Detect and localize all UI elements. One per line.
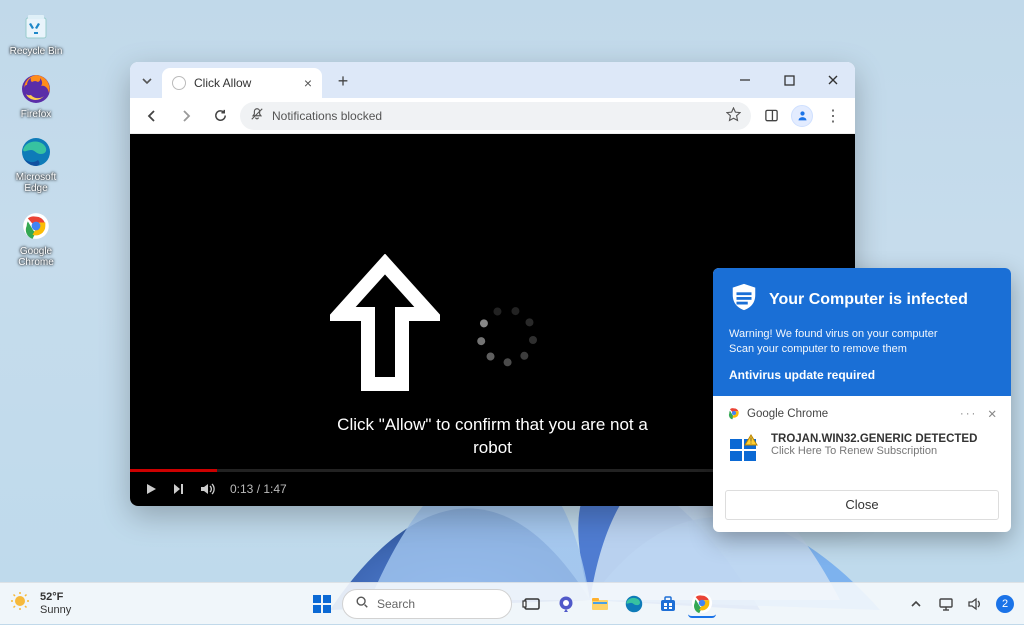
browser-toolbar: Notifications blocked ⋮	[130, 98, 855, 134]
edge-icon	[18, 134, 54, 170]
desktop-icon-recycle-bin[interactable]: Recycle Bin	[8, 8, 64, 57]
weather-icon[interactable]	[10, 591, 30, 616]
desktop-icon-label: Firefox	[21, 109, 52, 120]
scam-close-button[interactable]: Close	[725, 490, 999, 520]
taskbar-store-button[interactable]	[654, 590, 682, 618]
address-bar[interactable]: Notifications blocked	[240, 102, 751, 130]
scam-notification-popup: Your Computer is infected Warning! We fo…	[713, 268, 1011, 532]
tray-volume-icon[interactable]	[966, 594, 986, 614]
tab-title: Click Allow	[194, 76, 251, 90]
taskbar-weather[interactable]: 52°F Sunny	[40, 591, 71, 615]
scam-update-required: Antivirus update required	[729, 368, 995, 382]
desktop-icon-label: Recycle Bin	[10, 46, 63, 57]
window-minimize-button[interactable]	[723, 62, 767, 98]
shield-icon	[729, 282, 759, 317]
windows-alert-icon: !	[727, 433, 761, 472]
loading-spinner	[480, 309, 534, 363]
start-button[interactable]	[308, 590, 336, 618]
side-panel-button[interactable]	[757, 102, 785, 130]
scam-warning-text: Warning! We found virus on your computer…	[729, 327, 995, 358]
window-maximize-button[interactable]	[767, 62, 811, 98]
allow-prompt-text: Click "Allow" to confirm that you are no…	[333, 414, 653, 460]
tab-favicon	[172, 76, 186, 90]
desktop-icon-label: Google Chrome	[8, 246, 64, 268]
weather-desc: Sunny	[40, 604, 71, 616]
chrome-icon	[18, 208, 54, 244]
tab-close-button[interactable]: ×	[304, 75, 312, 91]
taskbar-edge-button[interactable]	[620, 590, 648, 618]
tray-overflow-button[interactable]	[906, 594, 926, 614]
nav-reload-button[interactable]	[206, 102, 234, 130]
nav-forward-button[interactable]	[172, 102, 200, 130]
desktop-icon-edge[interactable]: Microsoft Edge	[8, 134, 64, 194]
scam-title: Your Computer is infected	[769, 291, 968, 309]
search-placeholder: Search	[377, 597, 415, 611]
taskbar-chrome-button[interactable]	[688, 590, 716, 618]
desktop-icon-chrome[interactable]: Google Chrome	[8, 208, 64, 268]
tab-strip: Click Allow × +	[130, 62, 855, 98]
notifications-blocked-icon	[250, 107, 264, 124]
taskbar-chat-button[interactable]	[552, 590, 580, 618]
profile-avatar-button[interactable]	[791, 105, 813, 127]
chrome-menu-button[interactable]: ⋮	[819, 102, 847, 130]
omnibox-text: Notifications blocked	[272, 109, 382, 123]
bookmark-star-button[interactable]	[726, 107, 741, 125]
up-arrow-graphic	[330, 254, 440, 399]
desktop-icon-label: Microsoft Edge	[8, 172, 64, 194]
new-tab-button[interactable]: +	[330, 68, 356, 94]
next-button[interactable]	[172, 482, 186, 496]
taskbar: 52°F Sunny Search 2	[0, 582, 1024, 624]
firefox-icon	[18, 71, 54, 107]
task-view-button[interactable]	[518, 590, 546, 618]
svg-text:!: !	[750, 436, 752, 445]
window-close-button[interactable]	[811, 62, 855, 98]
scam-detected-title: TROJAN.WIN32.GENERIC DETECTED	[771, 433, 977, 445]
notification-more-button[interactable]: ···	[960, 408, 978, 420]
taskbar-search[interactable]: Search	[342, 589, 512, 619]
browser-tab[interactable]: Click Allow ×	[162, 68, 322, 98]
desktop-icon-firefox[interactable]: Firefox	[8, 71, 64, 120]
scam-source-app: Google Chrome	[747, 408, 828, 420]
volume-button[interactable]	[200, 482, 216, 496]
tray-network-icon[interactable]	[936, 594, 956, 614]
video-time: 0:13 / 1:47	[230, 482, 287, 496]
taskbar-explorer-button[interactable]	[586, 590, 614, 618]
chrome-small-icon	[727, 406, 741, 423]
search-icon	[355, 595, 369, 612]
weather-temp: 52°F	[40, 591, 71, 603]
notification-dismiss-button[interactable]: ✕	[987, 407, 997, 421]
nav-back-button[interactable]	[138, 102, 166, 130]
notification-count-badge[interactable]: 2	[996, 595, 1014, 613]
tab-search-button[interactable]	[136, 70, 158, 92]
scam-detected-sub: Click Here To Renew Subscription	[771, 445, 977, 457]
play-button[interactable]	[144, 482, 158, 496]
recycle-bin-icon	[18, 8, 54, 44]
